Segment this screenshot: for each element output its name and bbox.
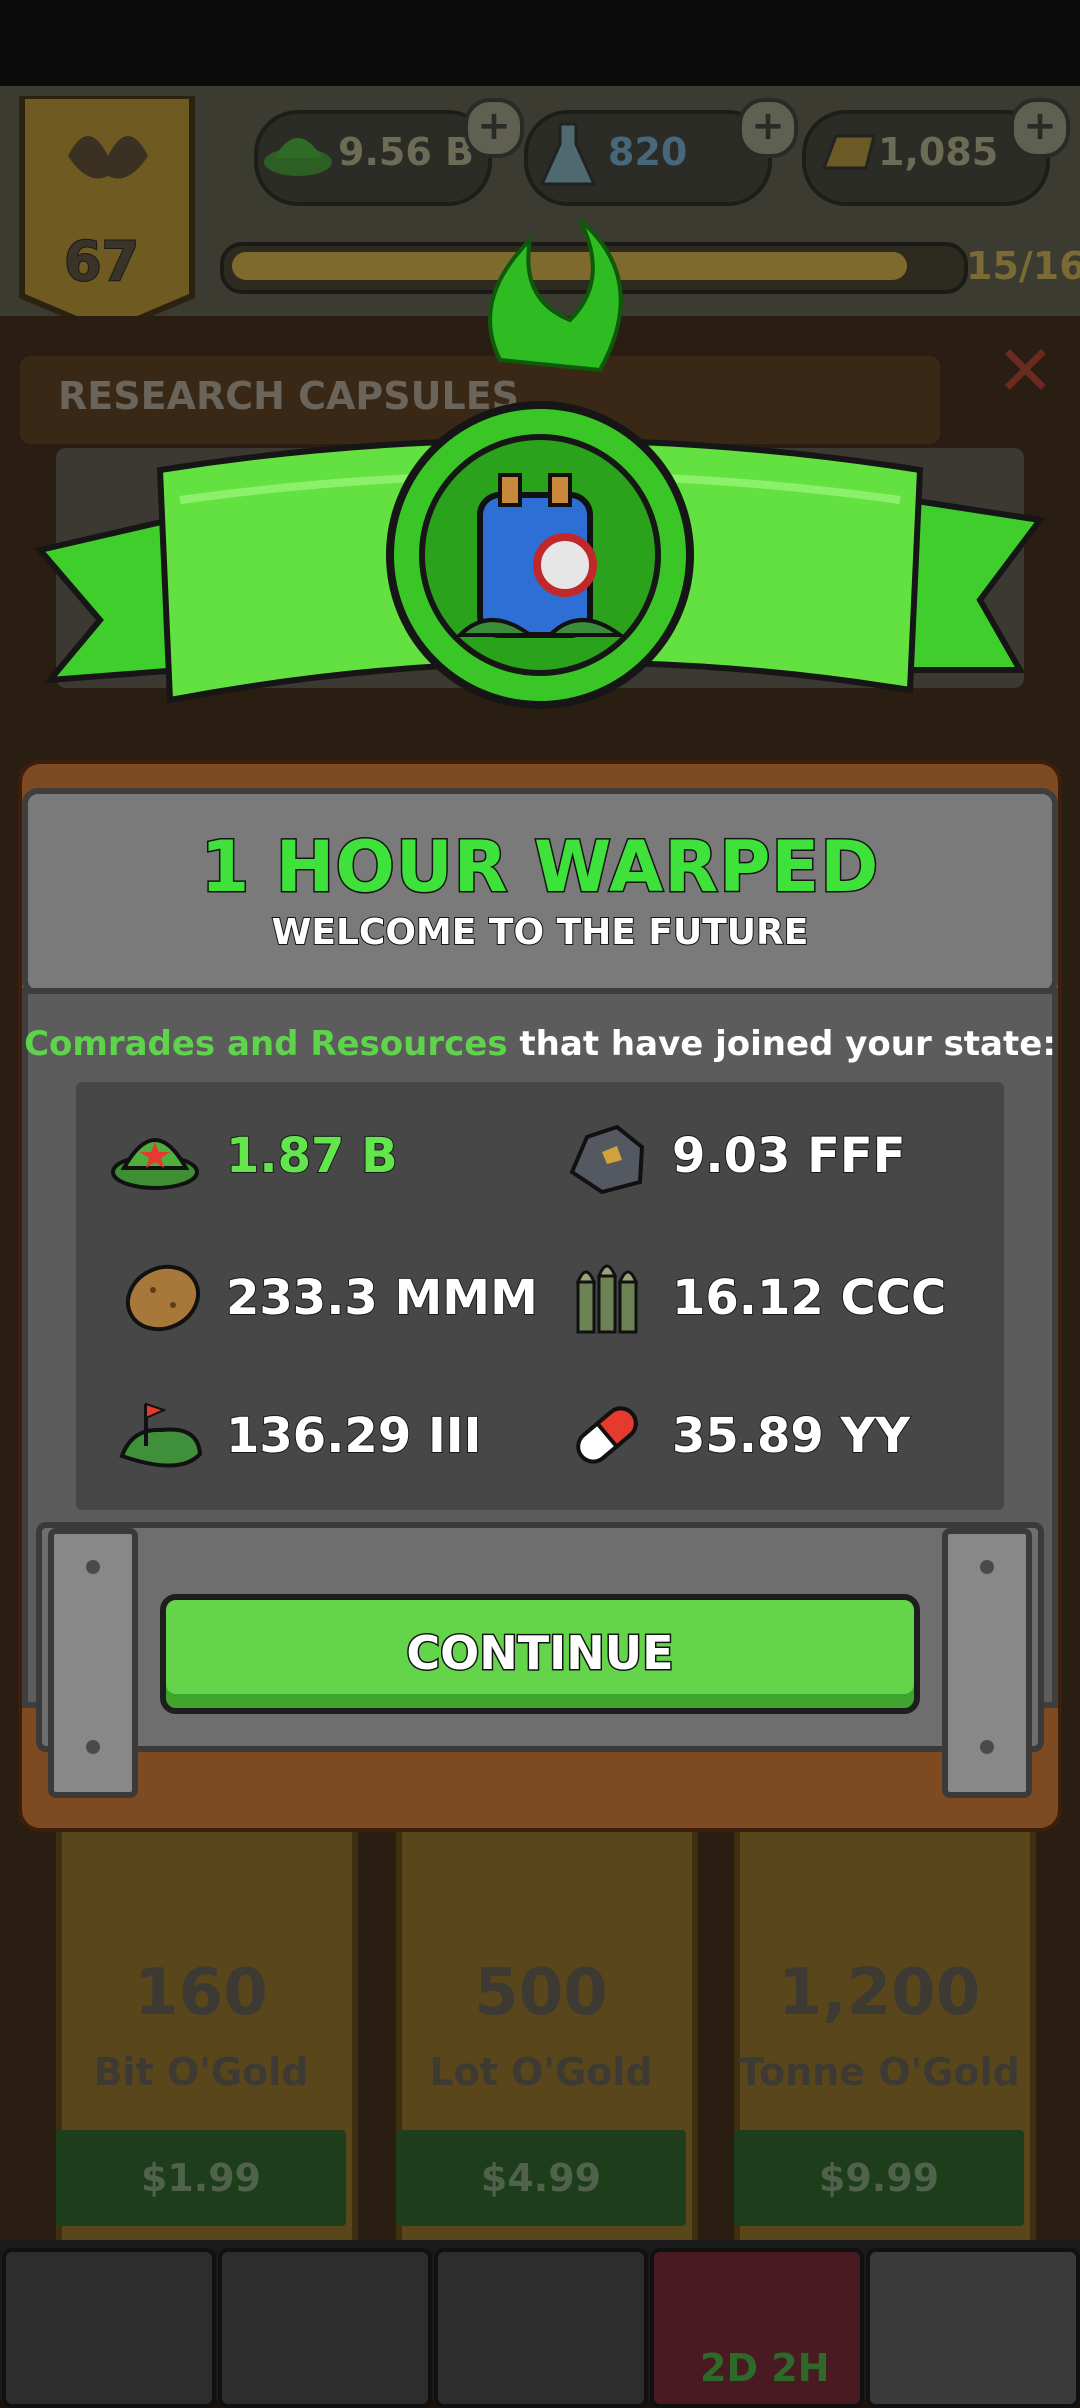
bullets-icon xyxy=(575,1264,639,1334)
joined-rest: that have joined your state: xyxy=(507,1024,1056,1064)
resource-value-land: 136.29 III xyxy=(225,1407,483,1465)
resource-value-pills: 35.89 YY xyxy=(671,1407,911,1465)
event-timer: 2D 2H xyxy=(700,2346,830,2390)
price-button[interactable]: $9.99 xyxy=(734,2130,1024,2226)
comrade-cap-icon xyxy=(264,138,332,176)
joined-text: Comrades and Resources that have joined … xyxy=(0,1024,1080,1064)
dialog-title: 1 HOUR WARPED xyxy=(199,825,880,910)
gold-card-name: Lot O'Gold xyxy=(429,2050,653,2094)
resource-value-comrades: 1.87 B xyxy=(225,1127,399,1185)
resource-value-potatoes: 233.3 MMM xyxy=(225,1269,539,1327)
resource-value-bullets: 16.12 CCC xyxy=(671,1269,947,1327)
gold-value: 1,085 xyxy=(878,130,999,174)
nav-tab-cards[interactable] xyxy=(218,2248,432,2408)
rivet xyxy=(980,1740,994,1754)
gold-card-amount: 500 xyxy=(474,1956,608,2030)
nav-tab-shop[interactable] xyxy=(866,2248,1080,2408)
land-flag-icon xyxy=(119,1402,203,1468)
cash-value: 9.56 B xyxy=(338,130,474,174)
joined-highlight: Comrades and Resources xyxy=(24,1024,508,1064)
add-cash-button[interactable]: + xyxy=(464,98,524,158)
science-flask-icon xyxy=(540,122,596,186)
comrade-cap-icon xyxy=(111,1138,199,1190)
price-button[interactable]: $4.99 xyxy=(396,2130,686,2226)
science-value: 820 xyxy=(608,130,688,174)
nav-tab-state[interactable] xyxy=(2,2248,216,2408)
continue-label: CONTINUE xyxy=(405,1625,675,1682)
potato-icon xyxy=(125,1264,201,1332)
gold-card-name: Bit O'Gold xyxy=(93,2050,309,2094)
gold-card-amount: 160 xyxy=(134,1956,268,2030)
nav-tab-files[interactable] xyxy=(434,2248,648,2408)
price-button[interactable]: $1.99 xyxy=(56,2130,346,2226)
dialog-subtitle: WELCOME TO THE FUTURE xyxy=(271,911,810,954)
gold-card-amount: 1,200 xyxy=(777,1956,981,2030)
time-warp-machine-icon xyxy=(455,473,627,638)
gold-bar-icon xyxy=(821,134,876,170)
resource-value-ore: 9.03 FFF xyxy=(671,1127,907,1185)
ore-icon xyxy=(569,1124,645,1195)
pill-icon xyxy=(576,1406,638,1464)
rivet xyxy=(980,1560,994,1574)
status-bar xyxy=(0,0,1080,86)
rivet xyxy=(86,1740,100,1754)
gold-card-name: Tonne O'Gold xyxy=(738,2050,1020,2094)
add-gold-button[interactable]: + xyxy=(1010,98,1070,158)
rivet xyxy=(86,1560,100,1574)
add-science-button[interactable]: + xyxy=(738,98,798,158)
